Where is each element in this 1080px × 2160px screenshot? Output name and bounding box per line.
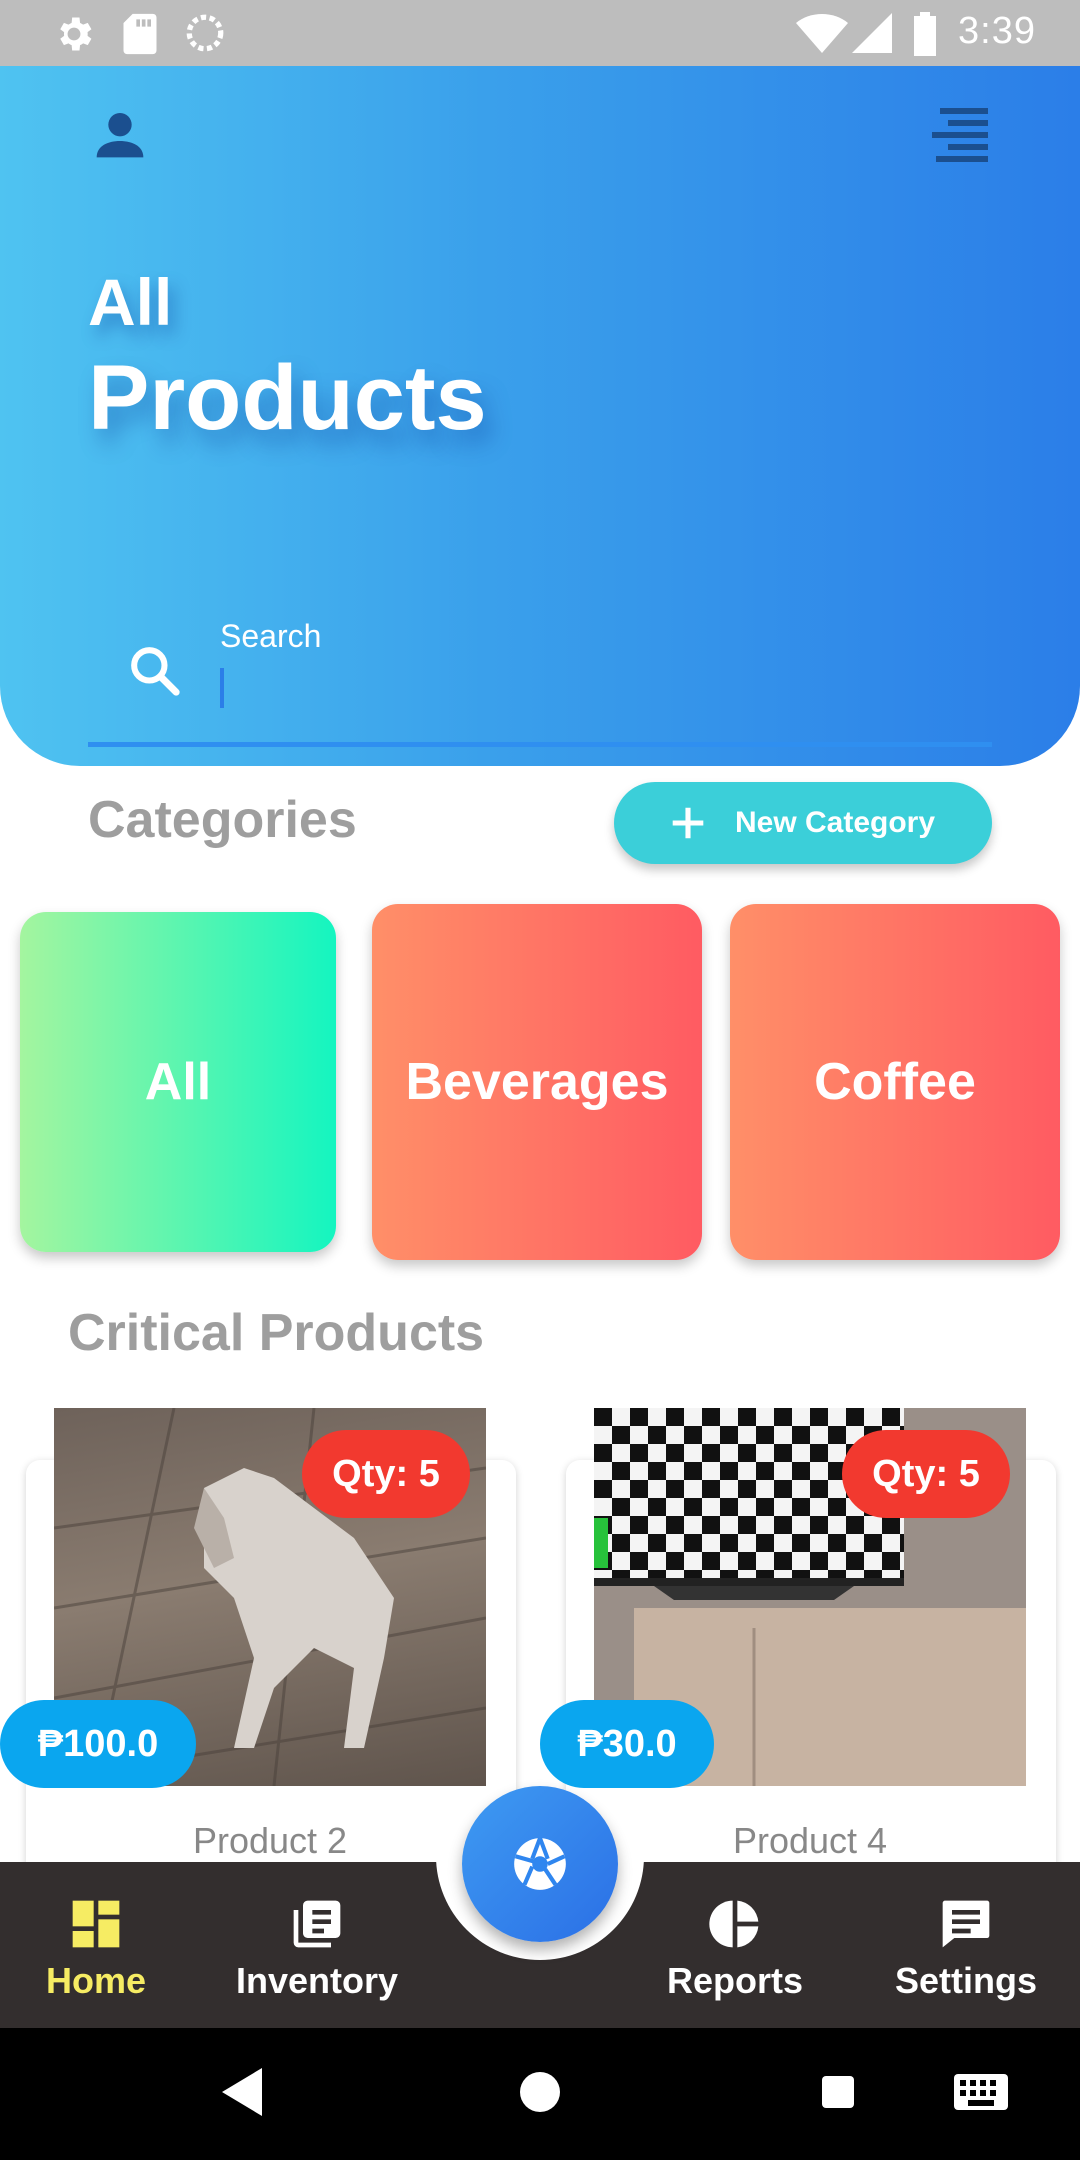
- search-label: Search: [220, 618, 322, 654]
- quantity-badge: Qty: 5: [842, 1430, 1010, 1518]
- price-badge: ₱100.0: [0, 1700, 196, 1788]
- inventory-list-icon: [293, 1900, 341, 1948]
- new-category-button[interactable]: New Category: [614, 782, 992, 864]
- text-cursor: [220, 668, 224, 708]
- nav-inventory[interactable]: Inventory: [222, 1896, 412, 2002]
- back-icon[interactable]: [222, 2068, 262, 2116]
- message-icon: [942, 1900, 990, 1948]
- header: All Products Search: [0, 66, 1080, 766]
- category-card-coffee[interactable]: Coffee: [730, 904, 1060, 1260]
- camera-shutter-icon: [514, 1837, 566, 1890]
- plus-icon: [672, 807, 704, 839]
- category-label: Beverages: [405, 1053, 669, 1111]
- search-icon: [131, 647, 180, 696]
- home-icon[interactable]: [520, 2068, 560, 2116]
- nav-label: Settings: [894, 1960, 1037, 2001]
- category-card-all[interactable]: All: [20, 912, 336, 1252]
- recents-icon[interactable]: [818, 2068, 858, 2116]
- nav-label: Inventory: [235, 1960, 399, 2001]
- nav-reports[interactable]: Reports: [648, 1896, 822, 2002]
- category-label: All: [144, 1053, 212, 1111]
- search-underline: [88, 742, 992, 747]
- pie-chart-icon: [709, 1900, 759, 1948]
- battery-icon: [914, 12, 936, 56]
- price-badge: ₱30.0: [540, 1700, 714, 1788]
- dashboard-icon: [72, 1900, 120, 1948]
- wifi-icon: [796, 14, 848, 53]
- nav-label: Reports: [666, 1960, 804, 2001]
- settings-icon: [60, 17, 92, 51]
- system-navigation-bar: [0, 2028, 1080, 2160]
- quantity-badge: Qty: 5: [302, 1430, 470, 1518]
- profile-icon[interactable]: [92, 106, 148, 162]
- nav-label: Home: [45, 1960, 147, 2001]
- signal-icon: [852, 13, 892, 53]
- page-title: Products: [88, 347, 487, 449]
- new-category-label: New Category: [734, 806, 936, 839]
- keyboard-icon[interactable]: [952, 2068, 1010, 2116]
- search-field[interactable]: Search: [88, 546, 992, 747]
- categories-title: Categories: [88, 791, 357, 849]
- critical-products-title: Critical Products: [68, 1304, 485, 1362]
- category-label: Coffee: [814, 1053, 976, 1111]
- category-card-beverages[interactable]: Beverages: [372, 904, 702, 1260]
- product-name: Product 4: [732, 1820, 888, 1861]
- menu-icon[interactable]: [932, 104, 988, 164]
- sd-card-icon: [123, 13, 157, 55]
- product-name: Product 2: [192, 1820, 348, 1861]
- nav-settings[interactable]: Settings: [878, 1896, 1054, 2002]
- sync-icon: [186, 14, 224, 52]
- scan-fab-button[interactable]: [462, 1786, 618, 1942]
- nav-home[interactable]: Home: [24, 1896, 168, 2002]
- header-subtitle: All: [88, 265, 173, 339]
- clock: 3:39: [958, 10, 1036, 52]
- status-bar: 3:39: [0, 0, 1080, 66]
